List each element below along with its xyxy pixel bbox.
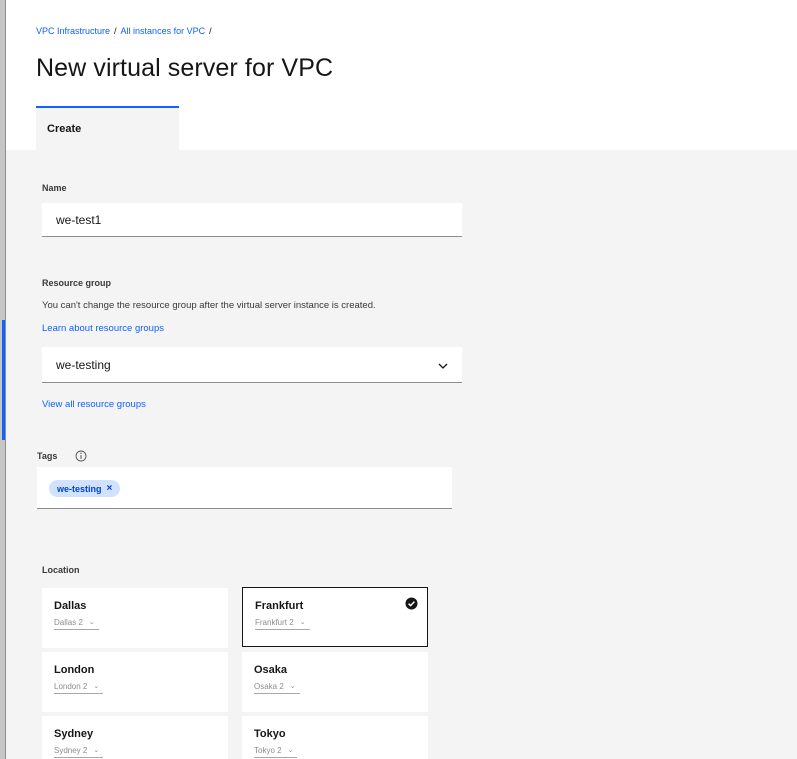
view-all-resource-groups-link[interactable]: View all resource groups — [42, 399, 146, 410]
location-tile-osaka[interactable]: Osaka Osaka 2 ⌄ — [242, 652, 428, 712]
resource-group-label: Resource group — [42, 278, 112, 288]
close-icon[interactable]: × — [107, 483, 113, 494]
breadcrumb-separator: / — [209, 26, 212, 36]
tags-label: Tags — [37, 451, 58, 461]
location-tile-dallas[interactable]: Dallas Dallas 2 ⌄ — [42, 588, 228, 648]
tags-input[interactable]: we-testing × — [37, 467, 452, 509]
zone-value: Frankfurt 2 — [255, 618, 294, 627]
resource-group-helper-text: You can't change the resource group afte… — [42, 300, 376, 311]
location-tile-tokyo[interactable]: Tokyo Tokyo 2 ⌄ — [242, 716, 428, 759]
name-label: Name — [42, 183, 67, 193]
location-name: Osaka — [254, 664, 288, 676]
zone-value: London 2 — [54, 682, 88, 691]
page-header: VPC Infrastructure / All instances for V… — [6, 0, 797, 151]
checkmark-filled-icon — [405, 597, 418, 610]
chevron-down-icon — [438, 363, 448, 369]
location-tile-london[interactable]: London London 2 ⌄ — [42, 652, 228, 712]
location-name: London — [54, 664, 95, 676]
zone-value: Osaka 2 — [254, 682, 284, 691]
tag-chip-label: we-testing — [57, 483, 102, 494]
breadcrumb-item-vpc-infrastructure[interactable]: VPC Infrastructure — [36, 26, 110, 36]
breadcrumb-item-all-instances[interactable]: All instances for VPC — [121, 26, 206, 36]
resource-group-select[interactable]: we-testing — [42, 347, 462, 383]
tab-create[interactable]: Create — [36, 106, 179, 151]
zone-dropdown[interactable]: Tokyo 2 ⌄ — [254, 746, 298, 758]
zone-dropdown[interactable]: Dallas 2 ⌄ — [54, 618, 99, 630]
zone-value: Sydney 2 — [54, 746, 88, 755]
zone-dropdown[interactable]: Sydney 2 ⌄ — [54, 746, 104, 758]
chevron-down-icon: ⌄ — [88, 619, 95, 626]
resource-group-selected-value: we-testing — [56, 357, 111, 372]
zone-value: Tokyo 2 — [254, 746, 282, 755]
chevron-down-icon: ⌄ — [287, 747, 294, 754]
tag-chip: we-testing × — [49, 480, 121, 497]
location-name: Tokyo — [254, 728, 286, 740]
location-label: Location — [42, 565, 80, 575]
chevron-down-icon: ⌄ — [289, 683, 296, 690]
chevron-down-icon: ⌄ — [93, 683, 100, 690]
zone-dropdown[interactable]: Frankfurt 2 ⌄ — [255, 618, 310, 630]
page-title: New virtual server for VPC — [36, 54, 334, 82]
zone-dropdown[interactable]: Osaka 2 ⌄ — [254, 682, 300, 694]
location-name: Sydney — [54, 728, 94, 740]
breadcrumb: VPC Infrastructure / All instances for V… — [36, 26, 212, 36]
info-icon[interactable] — [75, 450, 87, 462]
chevron-down-icon: ⌄ — [93, 747, 100, 754]
name-input[interactable]: we-test1 — [42, 203, 462, 237]
location-tile-sydney[interactable]: Sydney Sydney 2 ⌄ — [42, 716, 228, 759]
tab-create-label: Create — [47, 123, 82, 135]
name-input-value: we-test1 — [56, 212, 102, 227]
location-name: Dallas — [54, 600, 87, 612]
chevron-down-icon: ⌄ — [299, 619, 306, 626]
location-name: Frankfurt — [255, 600, 304, 612]
zone-dropdown[interactable]: London 2 ⌄ — [54, 682, 104, 694]
breadcrumb-separator: / — [114, 26, 117, 36]
zone-value: Dallas 2 — [54, 618, 83, 627]
learn-about-resource-groups-link[interactable]: Learn about resource groups — [42, 323, 164, 334]
location-tile-frankfurt[interactable]: Frankfurt Frankfurt 2 ⌄ — [242, 587, 428, 647]
